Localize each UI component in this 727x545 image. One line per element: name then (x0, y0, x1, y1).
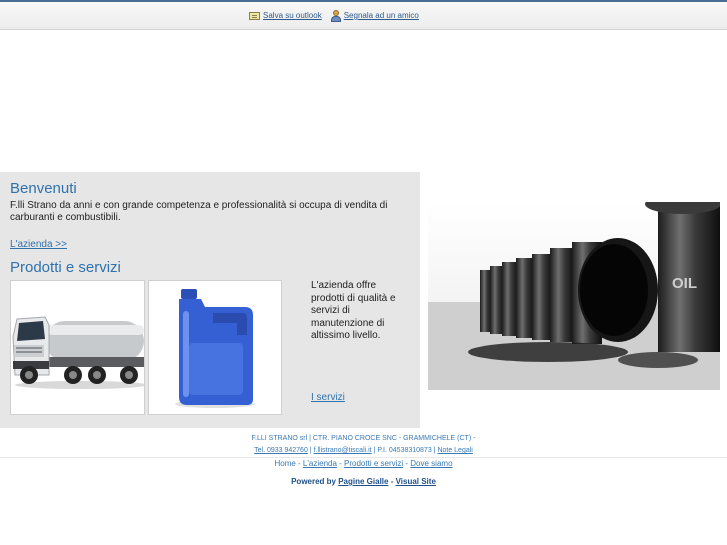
powered-by-separator: - (388, 477, 396, 486)
tell-a-friend-label: Segnala ad un amico (343, 11, 419, 20)
outlook-icon (249, 11, 260, 20)
oil-canister-image (148, 280, 282, 415)
footer-nav-home[interactable]: Home (274, 459, 295, 468)
blue-canister-illustration (149, 281, 281, 414)
welcome-text: F.lli Strano da anni e con grande compet… (10, 200, 388, 223)
oil-barrel-label: OIL (672, 275, 697, 292)
products-description: L'azienda offre prodotti di qualità e se… (311, 280, 396, 341)
tell-a-friend-link[interactable]: Segnala ad un amico (330, 10, 419, 22)
powered-by-line: Powered by Pagine Gialle - Visual Site (0, 477, 727, 486)
services-link[interactable]: I servizi (311, 392, 345, 403)
oil-barrels-image: OIL (428, 202, 720, 390)
pagine-gialle-link[interactable]: Pagine Gialle (338, 477, 388, 486)
products-title: Prodotti e servizi (10, 259, 121, 276)
save-to-outlook-label: Salva su outlook (263, 11, 322, 20)
person-icon (330, 10, 341, 22)
footer-nav-location[interactable]: Dove siamo (410, 459, 452, 468)
footer-contacts: Tel. 0933 942760 | f.llistrano@tiscali.i… (0, 447, 727, 454)
footer-vat-number: | P.I. 04538310873 | (371, 447, 438, 454)
footer-nav-separator: - (295, 459, 303, 468)
visual-site-link[interactable]: Visual Site (396, 477, 436, 486)
footer-nav-company[interactable]: L'azienda (303, 459, 337, 468)
company-link[interactable]: L'azienda >> (10, 239, 67, 250)
footer-legal-link[interactable]: Note Legali (437, 447, 472, 454)
footer-divider (0, 457, 727, 458)
top-toolbar-bar: Salva su outlook Segnala ad un amico (0, 0, 727, 30)
footer-email-link[interactable]: f.llistrano@tiscali.it (314, 447, 372, 454)
footer-nav-products[interactable]: Prodotti e servizi (344, 459, 403, 468)
save-to-outlook-link[interactable]: Salva su outlook (249, 10, 322, 21)
powered-by-prefix: Powered by (291, 477, 339, 486)
tanker-truck-illustration (11, 281, 144, 414)
footer-company-line: F.LLI STRANO srl | CTR. PIANO CROCE SNC … (251, 435, 476, 442)
tanker-truck-image (10, 280, 145, 415)
welcome-title: Benvenuti (10, 180, 77, 197)
footer-nav: Home - L'azienda - Prodotti e servizi - … (0, 459, 727, 468)
footer-nav-separator: - (336, 459, 345, 468)
toolbar: Salva su outlook Segnala ad un amico (249, 10, 419, 22)
footer-phone-link[interactable]: Tel. 0933 942760 (254, 447, 308, 454)
